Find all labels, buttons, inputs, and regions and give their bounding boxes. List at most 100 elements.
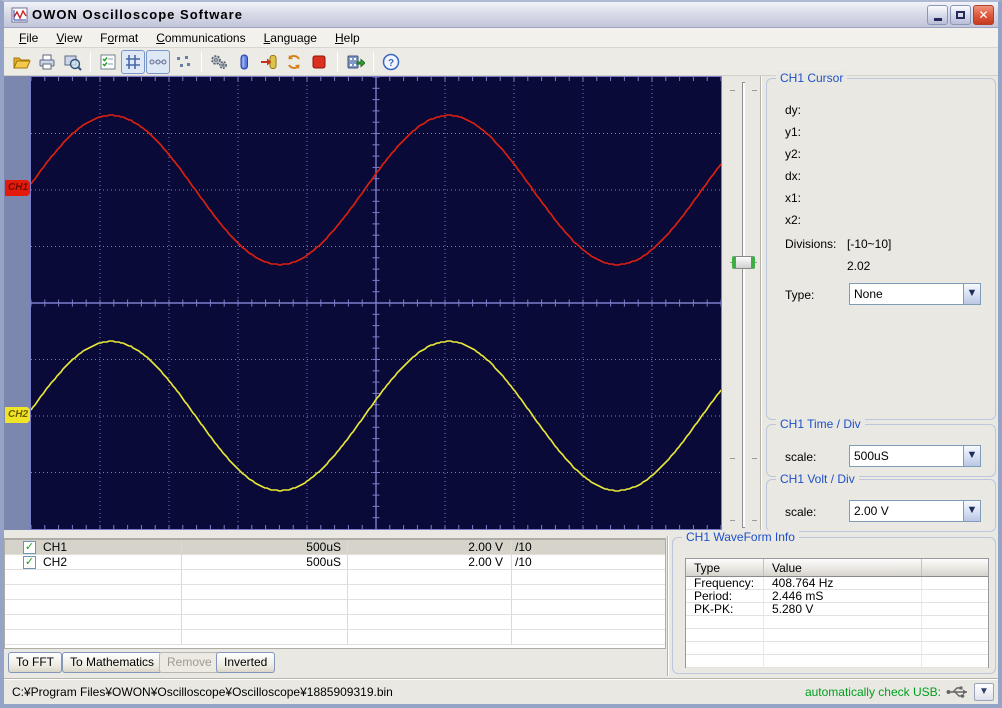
- file-path: C:¥Program Files¥OWON¥Oscilloscope¥Oscil…: [12, 684, 393, 699]
- pkpk-value: 5.280 V: [764, 603, 922, 616]
- remove-button: Remove: [159, 652, 220, 673]
- dot-line-display-button[interactable]: [146, 49, 170, 74]
- vertical-slider: [722, 76, 764, 534]
- maximize-button[interactable]: [950, 4, 971, 25]
- x1-label: x1:: [785, 191, 802, 205]
- refresh-button[interactable]: [282, 50, 306, 74]
- empty-column-header: [922, 559, 988, 576]
- dots-display-button[interactable]: [171, 50, 195, 74]
- help-button[interactable]: ?: [379, 50, 403, 74]
- table-row-empty: [686, 616, 988, 629]
- title-bar: OWON Oscilloscope Software ✕: [4, 2, 998, 28]
- battery-button[interactable]: [232, 50, 256, 74]
- slider-tick: [752, 458, 757, 459]
- divider: [667, 536, 669, 676]
- open-folder-button[interactable]: [10, 50, 34, 74]
- volt-scale-label: scale:: [785, 505, 817, 519]
- channel-probe: /10: [515, 555, 532, 569]
- to-mathematics-button[interactable]: To Mathematics: [62, 652, 163, 673]
- exit-connect-button[interactable]: [257, 50, 281, 74]
- channel-volt: 2.00 V: [468, 555, 503, 569]
- ch2-checkbox[interactable]: ✓: [23, 556, 36, 569]
- slider-track: [742, 82, 745, 528]
- open-folder-icon: [13, 57, 31, 68]
- toolbar-separator: [373, 51, 374, 72]
- slider-tick: [730, 520, 735, 521]
- waveform-info-title: CH1 WaveForm Info: [682, 530, 799, 544]
- dy-label: dy:: [785, 103, 802, 117]
- time-scale-select[interactable]: 500uS ▼: [849, 445, 981, 467]
- close-icon: ✕: [978, 7, 989, 22]
- channel-list-icon: [100, 54, 116, 69]
- menu-bar: File View Format Communications Language…: [4, 28, 998, 48]
- ch1-voltdiv-group: CH1 Volt / Div scale: 2.00 V ▼: [766, 472, 996, 532]
- toolbar-separator: [337, 51, 338, 72]
- cursor-type-select[interactable]: None ▼: [849, 283, 981, 305]
- table-row-empty: [5, 585, 665, 600]
- volt-scale-select[interactable]: 2.00 V ▼: [849, 500, 981, 522]
- minimize-icon: [933, 17, 942, 21]
- plot-canvas: [31, 77, 721, 529]
- y1-label: y1:: [785, 125, 802, 139]
- pkpk-row: PK-PK: 5.280 V: [686, 603, 988, 616]
- chevron-down-icon[interactable]: ▼: [963, 446, 980, 466]
- channel-name: CH1: [43, 540, 68, 554]
- chevron-down-icon[interactable]: ▼: [963, 501, 980, 521]
- chevron-down-icon: ▼: [979, 685, 989, 697]
- grid-display-button[interactable]: [121, 49, 145, 74]
- settings-gears-button[interactable]: [207, 50, 231, 74]
- inverted-button[interactable]: Inverted: [216, 652, 276, 673]
- pkpk-label: PK-PK:: [686, 603, 764, 616]
- channel-time: 500uS: [306, 555, 341, 569]
- print-button[interactable]: [35, 50, 59, 74]
- x2-label: x2:: [785, 213, 802, 227]
- check-icon: ✓: [24, 541, 35, 553]
- menu-language[interactable]: Language: [255, 29, 326, 47]
- settings-gears-icon: [211, 54, 227, 69]
- slider-tick: [730, 90, 735, 91]
- channel-list-button[interactable]: [96, 50, 120, 74]
- time-scale-value: 500uS: [854, 449, 889, 463]
- app-window: OWON Oscilloscope Software ✕ File View F…: [0, 0, 1002, 708]
- ch1-checkbox[interactable]: ✓: [23, 541, 36, 554]
- cursor-type-value: None: [854, 287, 883, 301]
- menu-format[interactable]: Format: [91, 29, 147, 47]
- toolbar-separator: [90, 51, 91, 72]
- menu-communications[interactable]: Communications: [147, 29, 254, 47]
- minimize-button[interactable]: [927, 4, 948, 25]
- print-preview-button[interactable]: [60, 50, 84, 74]
- slider-handle[interactable]: [732, 256, 755, 269]
- close-button[interactable]: ✕: [973, 4, 994, 25]
- export-record-button[interactable]: [343, 50, 367, 74]
- battery-icon: [240, 54, 248, 69]
- period-value: 2.446 mS: [764, 590, 922, 603]
- type-label: Type:: [785, 288, 815, 302]
- print-preview-icon: [64, 55, 82, 71]
- table-row-ch1[interactable]: ✓ CH1 500uS 2.00 V /10: [5, 540, 665, 555]
- y2-label: y2:: [785, 147, 802, 161]
- oscilloscope-display[interactable]: [30, 76, 722, 530]
- print-icon: [39, 54, 55, 69]
- app-icon: [11, 7, 28, 22]
- usb-select-button[interactable]: ▼: [974, 682, 994, 701]
- menu-help[interactable]: Help: [326, 29, 369, 47]
- table-row-ch2[interactable]: ✓ CH2 500uS 2.00 V /10: [5, 555, 665, 570]
- table-row-empty: [686, 655, 988, 668]
- chevron-down-icon[interactable]: ▼: [963, 284, 980, 304]
- slider-tick: [752, 520, 757, 521]
- menu-view[interactable]: View: [47, 29, 91, 47]
- ch1-cursor-title: CH1 Cursor: [776, 71, 848, 85]
- channel-probe: /10: [515, 540, 532, 554]
- frequency-value: 408.764 Hz: [764, 577, 922, 590]
- menu-file[interactable]: File: [10, 29, 47, 47]
- usb-icon: [946, 686, 967, 698]
- stop-icon: [312, 55, 326, 68]
- to-fft-button[interactable]: To FFT: [8, 652, 62, 673]
- waveform-table-header: Type Value: [686, 559, 988, 577]
- divisions-range: [-10~10]: [847, 237, 892, 251]
- ch1-timediv-title: CH1 Time / Div: [776, 417, 865, 431]
- stop-button[interactable]: [307, 50, 331, 74]
- ch1-timediv-group: CH1 Time / Div scale: 500uS ▼: [766, 417, 996, 477]
- channel-time: 500uS: [306, 540, 341, 554]
- time-scale-label: scale:: [785, 450, 817, 464]
